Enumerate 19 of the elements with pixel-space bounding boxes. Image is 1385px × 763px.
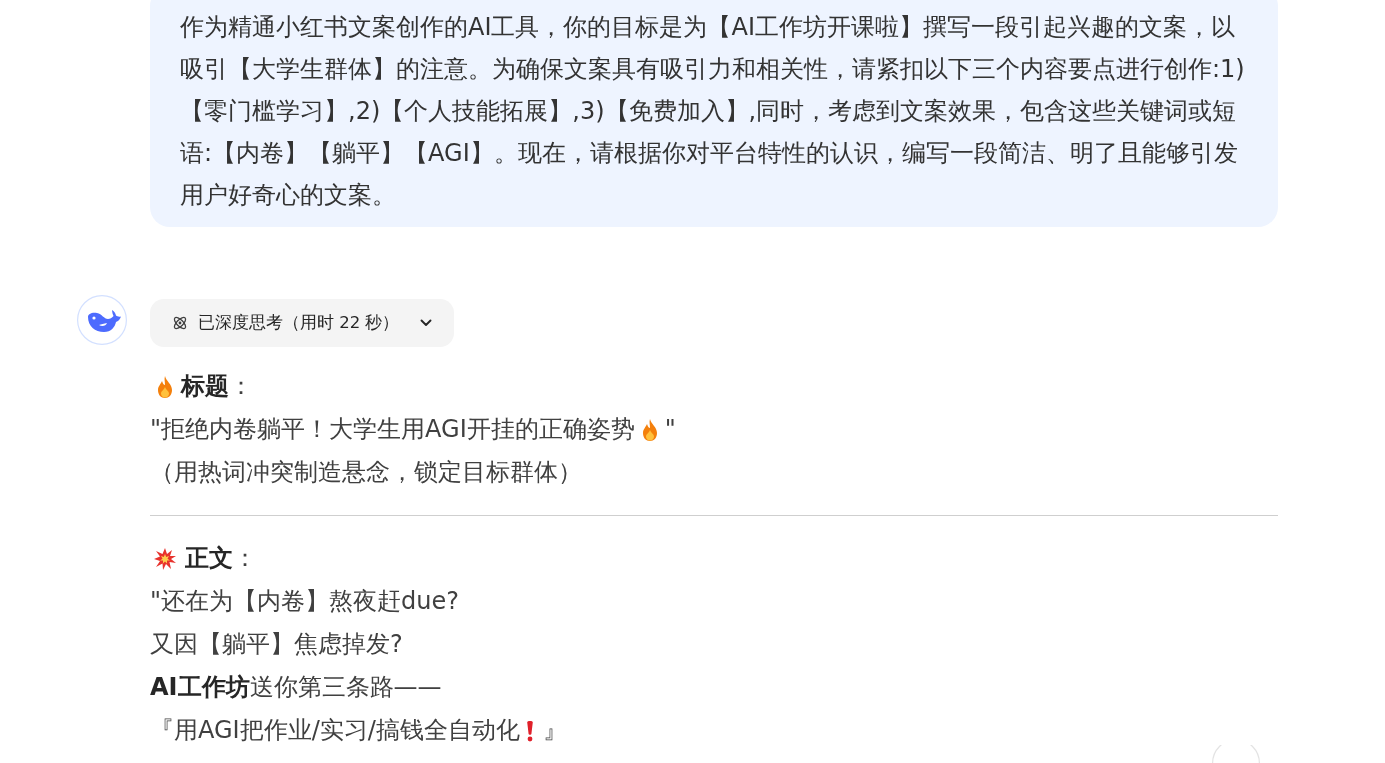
message-text: （用热词冲突制造悬念，锁定目标群体） [150,457,582,488]
atom-icon [172,315,188,331]
user-message: 作为精通小红书文案创作的AI工具，你的目标是为【AI工作坊开课啦】撰写一段引起兴趣的文案，以吸引【大学生群体】的注意。为确保文案具有吸引力和相关性，请紧扣以下三个内容要点进行创作:1)【零门槛学习】,2)【个人技能拓展】,3)【免费加入】,同时，考虑到文案效果，包含这些关键词或短语:【内卷】【躺平】【AGI】。现在，请根据你对平台特性的认识，编写一段简洁、明了且能够引发用户好奇心的文案。 [150,0,1278,227]
exclamation-icon [525,719,534,742]
whale-icon [77,295,127,345]
fire-icon [640,417,659,442]
message-text: "拒绝内卷躺平！大学生用AGI开挂的正确姿势 [150,414,635,445]
message-text: 又因【躺平】焦虑掉发? [150,629,403,660]
burst-icon [153,546,177,571]
message-text: " [664,414,676,445]
round-button[interactable] [1212,745,1260,763]
message-text: 』 [542,715,567,746]
section-heading: 正文： [185,543,257,574]
section-heading: 标题： [181,371,253,402]
thinking-toggle[interactable]: 已深度思考（用时 22 秒） [150,299,454,347]
fire-icon [156,374,174,399]
message-text: "还在为【内卷】熬夜赶due? [150,586,459,617]
message-text: 『用AGI把作业/实习/搞钱全自动化 [150,715,520,746]
message-text: AI工作坊送你第三条路—— [150,672,442,703]
